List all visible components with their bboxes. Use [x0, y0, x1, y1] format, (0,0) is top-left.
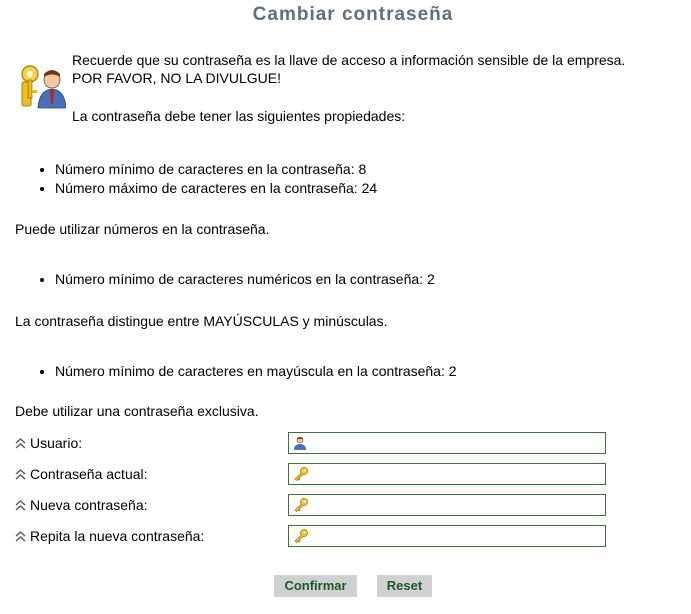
repeat-password-field[interactable] [288, 525, 606, 547]
key-icon [294, 467, 308, 481]
list-item: Número máximo de caracteres en la contra… [55, 179, 377, 198]
intro-warning: Recuerde que su contraseña es la llave d… [72, 52, 626, 68]
repeat-password-row: Repita la nueva contraseña: [15, 525, 615, 547]
reset-button[interactable]: Reset [377, 575, 432, 597]
double-chevron-up-icon [15, 530, 26, 542]
double-chevron-up-icon [15, 468, 26, 480]
double-chevron-up-icon [15, 437, 26, 449]
new-password-row: Nueva contraseña: [15, 494, 615, 516]
new-password-label: Nueva contraseña: [30, 497, 148, 513]
case-note: La contraseña distingue entre MAYÚSCULAS… [15, 313, 388, 329]
intro-no-divulge: POR FAVOR, NO LA DIVULGUE! [72, 70, 282, 86]
properties-heading: La contraseña debe tener las siguientes … [72, 108, 406, 124]
user-label: Usuario: [30, 435, 83, 451]
length-rules-list: Número mínimo de caracteres en la contra… [20, 160, 377, 198]
repeat-password-label: Repita la nueva contraseña: [30, 528, 205, 544]
user-row: Usuario: [15, 432, 615, 454]
list-item: Número mínimo de caracteres en la contra… [55, 160, 377, 179]
current-password-row: Contraseña actual: [15, 463, 615, 485]
current-password-label: Contraseña actual: [30, 466, 148, 482]
page-title: Cambiar contraseña [252, 4, 454, 25]
current-password-field[interactable] [288, 463, 606, 485]
numbers-note: Puede utilizar números en la contraseña. [15, 221, 270, 237]
user-icon [294, 436, 306, 450]
confirm-button[interactable]: Confirmar [274, 575, 357, 597]
list-item: Número mínimo de caracteres numéricos en… [55, 270, 435, 289]
case-rules-list: Número mínimo de caracteres en mayúscula… [20, 362, 457, 381]
key-icon [294, 529, 308, 543]
security-keys-icon [21, 65, 66, 109]
user-field[interactable] [288, 432, 606, 454]
list-item: Número mínimo de caracteres en mayúscula… [55, 362, 457, 381]
intro-text: Recuerde que su contraseña es la llave d… [72, 51, 691, 125]
new-password-field[interactable] [288, 494, 606, 516]
exclusive-note: Debe utilizar una contraseña exclusiva. [15, 403, 259, 419]
numbers-rules-list: Número mínimo de caracteres numéricos en… [20, 270, 435, 289]
double-chevron-up-icon [15, 499, 26, 511]
key-icon [294, 498, 308, 512]
